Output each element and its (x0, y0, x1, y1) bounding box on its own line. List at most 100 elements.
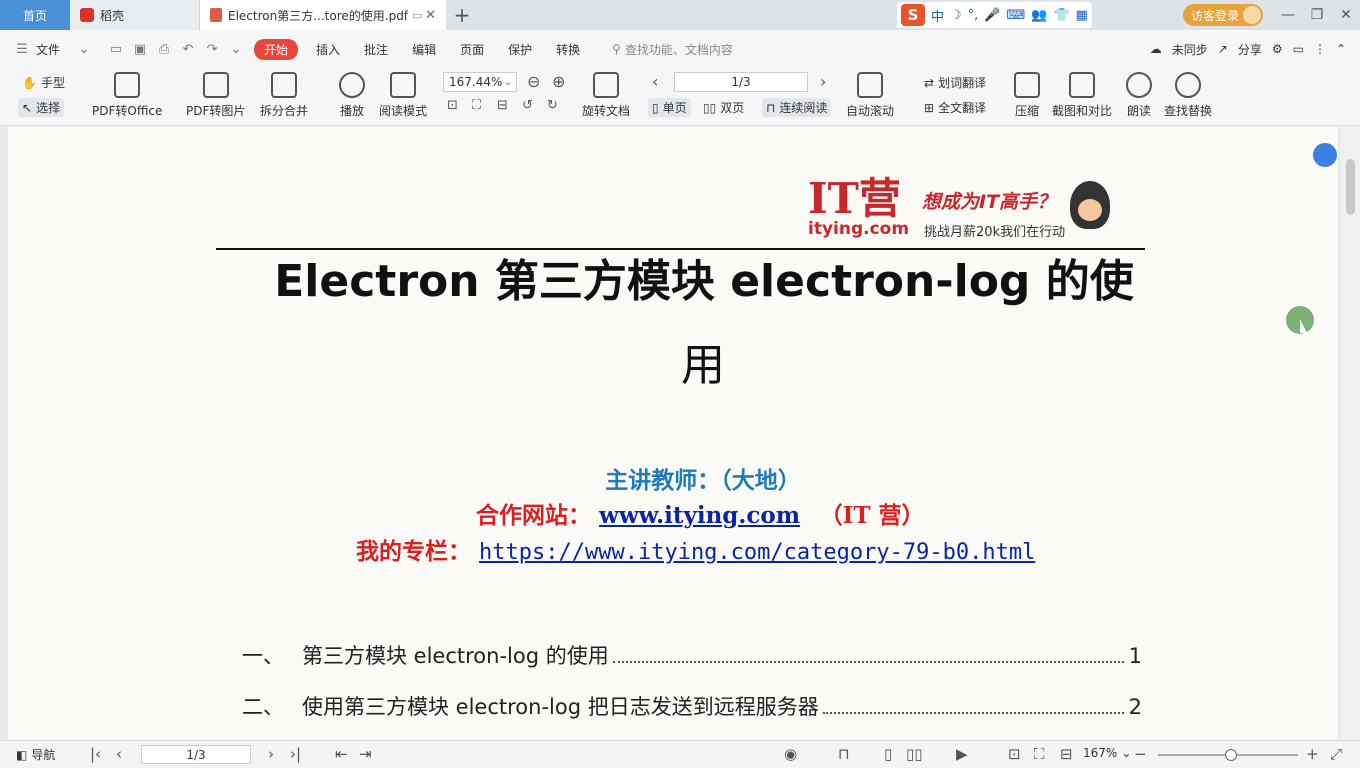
scrollbar-thumb[interactable] (1346, 159, 1355, 215)
comment-icon[interactable]: ▭ (1293, 42, 1304, 56)
toc-entry[interactable]: 一、 第三方模块 electron-log 的使用 1 (242, 640, 1142, 670)
select-tool[interactable]: ↖ 选择 (18, 98, 65, 117)
actual-size-icon[interactable]: ⊡ (1008, 745, 1021, 763)
more-vertical-icon[interactable]: ⋮ (1314, 42, 1326, 56)
shirt-icon[interactable]: 👕 (1053, 8, 1069, 23)
continuous-read-button[interactable]: ⊓ 连续阅读 (762, 98, 832, 117)
first-page-icon[interactable]: |‹ (90, 745, 101, 763)
fullscreen-icon[interactable]: ⤢ (1330, 745, 1342, 763)
print-icon[interactable]: ⎙ (156, 41, 172, 57)
users-icon[interactable]: 👥 (1031, 8, 1047, 23)
tab-close-button[interactable]: ✕ (425, 8, 436, 23)
menu-edit[interactable]: 编辑 (400, 41, 448, 58)
toc-entry[interactable]: 二、 使用第三方模块 electron-log 把日志发送到远程服务器 2 (242, 691, 1142, 721)
auto-scroll-button[interactable]: 自动滚动 (846, 72, 894, 119)
tab-home[interactable]: 首页 (0, 0, 70, 30)
more-icon[interactable]: ⌄ (228, 41, 244, 57)
fit-page-icon[interactable]: ⛶ (472, 98, 481, 113)
minimize-button[interactable]: — (1274, 0, 1302, 30)
chevron-down-icon[interactable]: ⌄ (76, 41, 92, 57)
status-zoom-select[interactable]: 167% ⌄ (1083, 746, 1131, 760)
fit-width-icon[interactable]: ⊟ (497, 98, 508, 113)
play-icon[interactable]: ▶ (956, 745, 968, 763)
single-page-icon[interactable]: ▯ (884, 745, 892, 763)
sync-status[interactable]: 未同步 (1172, 41, 1208, 58)
redo-icon[interactable]: ↷ (204, 41, 220, 57)
tab-document[interactable]: Electron第三方...tore的使用.pdf ▭ ✕ (200, 0, 446, 30)
menu-file[interactable]: 文件 (34, 41, 72, 58)
vertical-scrollbar[interactable] (1340, 127, 1360, 739)
menu-protect[interactable]: 保护 (496, 41, 544, 58)
zoom-in-icon[interactable]: + (1306, 745, 1319, 763)
menu-start[interactable]: 开始 (254, 38, 299, 60)
zoom-select[interactable]: 167.44% ⌄ (443, 72, 517, 92)
restore-button[interactable]: ❐ (1303, 0, 1331, 30)
settings-icon[interactable]: ⚙ (1272, 42, 1283, 56)
status-page-input[interactable]: 1/3 (141, 745, 251, 764)
new-tab-button[interactable]: + (446, 0, 478, 30)
zoom-in-icon[interactable]: ⊕ (552, 72, 565, 91)
next-page-icon[interactable]: › (268, 745, 274, 763)
open-folder-icon[interactable]: ▭ (108, 41, 124, 57)
coop-link[interactable]: www.itying.com (599, 502, 800, 529)
zoom-out-icon[interactable]: − (1134, 745, 1147, 763)
menu-insert[interactable]: 插入 (304, 41, 352, 58)
continuous-icon[interactable]: ⊓ (838, 745, 850, 763)
menu-page[interactable]: 页面 (448, 41, 496, 58)
fit-width-icon[interactable]: ⊟ (1060, 745, 1073, 763)
prev-page-icon[interactable]: ‹ (652, 72, 658, 91)
double-page-icon[interactable]: ▯▯ (906, 745, 923, 763)
single-page-button[interactable]: ▯ 单页 (648, 98, 691, 117)
floating-tool-button[interactable] (1313, 143, 1337, 167)
undo-icon[interactable]: ↶ (180, 41, 196, 57)
zoom-slider[interactable] (1158, 749, 1298, 761)
eye-icon[interactable]: ◉ (784, 745, 797, 763)
function-search[interactable]: ⚲ 查找功能、文档内容 (612, 41, 733, 58)
hamburger-icon[interactable]: ☰ (14, 41, 30, 57)
share-button[interactable]: 分享 (1238, 41, 1262, 58)
punctuation-icon[interactable]: °, (968, 8, 979, 23)
grid-icon[interactable]: ▦ (1076, 8, 1088, 23)
capture-compare-button[interactable]: 截图和对比 (1052, 72, 1112, 119)
double-page-button[interactable]: ▯▯ 双页 (703, 99, 744, 116)
pin-icon[interactable]: ▭ (412, 9, 422, 22)
fit-page-icon[interactable]: ⛶ (1034, 745, 1045, 763)
rotate-document-button[interactable]: 旋转文档 (582, 72, 630, 119)
keyboard-icon[interactable]: ⌨ (1007, 8, 1026, 23)
prev-page-icon[interactable]: ‹ (116, 745, 122, 763)
zoom-slider-knob[interactable] (1225, 749, 1237, 761)
read-mode-button[interactable]: 阅读模式 (379, 72, 427, 119)
play-button[interactable]: 播放 (339, 72, 365, 119)
find-replace-button[interactable]: 查找替换 (1164, 72, 1212, 119)
sogou-logo-icon[interactable]: S (901, 4, 925, 26)
actual-size-icon[interactable]: ⊡ (447, 98, 458, 113)
visitor-login-button[interactable]: 访客登录 (1183, 4, 1263, 26)
word-translate-button[interactable]: ⇄ 划词翻译 (924, 74, 986, 91)
rotate-left-icon[interactable]: ↺ (522, 98, 533, 113)
zoom-out-icon[interactable]: ⊖ (527, 72, 540, 91)
navigation-toggle[interactable]: ◧ 导航 (16, 746, 55, 763)
compress-button[interactable]: 压缩 (1014, 72, 1040, 119)
last-page-icon[interactable]: ›| (290, 745, 301, 763)
split-merge-button[interactable]: 拆分合并 (260, 72, 308, 119)
menu-annotate[interactable]: 批注 (352, 41, 400, 58)
menu-convert[interactable]: 转换 (544, 41, 592, 58)
next-page-icon[interactable]: › (820, 72, 826, 91)
tab-daoke[interactable]: 稻壳 (70, 0, 200, 30)
window-close-button[interactable]: ✕ (1332, 0, 1360, 30)
collapse-ribbon-icon[interactable]: ⌃ (1336, 42, 1346, 56)
rotate-right-icon[interactable]: ↻ (547, 98, 558, 113)
read-aloud-button[interactable]: 朗读 (1126, 72, 1152, 119)
save-icon[interactable]: ▣ (132, 41, 148, 57)
page-number-input[interactable]: 1/3 (674, 72, 808, 92)
forward-icon[interactable]: ⇥ (359, 745, 372, 763)
full-translate-button[interactable]: ⊞ 全文翻译 (924, 99, 986, 116)
document-viewport[interactable]: IT营 itying.com 想成为IT高手？ 挑战月薪20k我们在行动 Ele… (0, 127, 1360, 739)
pdf-to-image-button[interactable]: PDF转图片 (186, 72, 245, 119)
back-icon[interactable]: ⇤ (335, 745, 348, 763)
microphone-icon[interactable]: 🎤 (984, 8, 1000, 23)
moon-icon[interactable]: ☽ (950, 8, 962, 23)
ime-language-toggle[interactable]: 中 (931, 6, 944, 25)
hand-tool[interactable]: ✋ 手型 (22, 74, 65, 91)
column-link[interactable]: https://www.itying.com/category-79-b0.ht… (479, 540, 1035, 565)
